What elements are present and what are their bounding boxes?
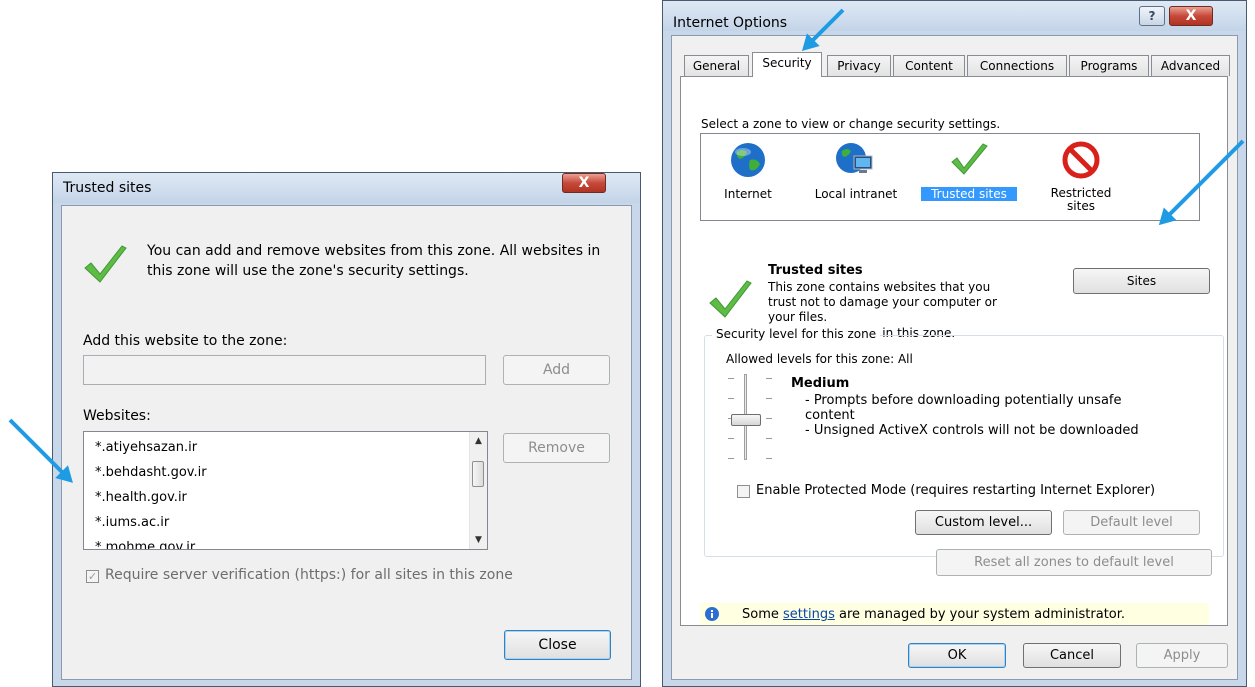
zone-list: Internet Local intranet Trusted sites Re… [700, 133, 1200, 221]
zone-title: Trusted sites [768, 263, 863, 278]
tab-connections[interactable]: Connections [967, 55, 1067, 76]
info-icon [705, 607, 719, 621]
slider-tick [766, 418, 772, 419]
zone-label: Trusted sites [921, 187, 1017, 201]
zone-description-line-2: trust not to damage your computer or [768, 295, 997, 309]
security-slider-thumb[interactable] [731, 414, 761, 426]
add-button[interactable]: Add [503, 355, 610, 385]
close-icon[interactable]: X [562, 173, 606, 193]
admin-info-bar: Some settings are managed by your system… [700, 603, 1209, 625]
settings-link[interactable]: settings [783, 607, 835, 622]
description-line-1: You can add and remove websites from thi… [147, 243, 601, 259]
close-button[interactable]: Close [504, 630, 611, 660]
dialog-body: General Security Privacy Content Connect… [671, 35, 1238, 680]
cancel-button[interactable]: Cancel [1023, 643, 1121, 668]
remove-button[interactable]: Remove [503, 433, 610, 463]
intranet-icon [836, 143, 873, 173]
admin-info-text: Some settings are managed by your system… [742, 607, 1125, 622]
require-https-label: Require server verification (https:) for… [105, 567, 513, 583]
slider-tick [728, 458, 734, 459]
slider-tick [766, 398, 772, 399]
internet-options-dialog: Internet Options ? X General Security Pr… [662, 0, 1247, 687]
globe-icon [731, 143, 765, 177]
websites-list[interactable]: *.atiyehsazan.ir *.behdasht.gov.ir *.hea… [83, 431, 488, 550]
reset-all-zones-button[interactable]: Reset all zones to default level [936, 549, 1212, 576]
zone-description-line-3: your files. [768, 310, 828, 324]
security-level-group-title: Security level for this zone [712, 327, 881, 341]
slider-tick [766, 438, 772, 439]
tab-content[interactable]: Content [893, 55, 965, 76]
description-line-2: this zone will use the zone's security s… [147, 263, 469, 279]
apply-button[interactable]: Apply [1136, 643, 1228, 668]
level-description-line-1: - Prompts before downloading potentially… [805, 393, 1122, 408]
help-icon[interactable]: ? [1139, 6, 1165, 26]
title-bar[interactable]: Internet Options ? X [663, 1, 1246, 31]
scroll-down-icon[interactable]: ▼ [470, 535, 487, 545]
checkmark-icon [951, 143, 988, 175]
title-bar[interactable]: Trusted sites X [53, 173, 640, 203]
add-website-input[interactable] [83, 355, 486, 385]
list-item[interactable]: *.iums.ac.ir [84, 510, 207, 535]
slider-tick [766, 378, 772, 379]
default-level-button[interactable]: Default level [1063, 510, 1200, 535]
zone-label: Local intranet [814, 187, 898, 201]
close-icon[interactable]: X [1169, 6, 1213, 26]
dialog-title: Trusted sites [63, 180, 152, 196]
websites-scrollbar[interactable]: ▲ ▼ [469, 432, 487, 549]
zone-label-line-2: sites [1067, 199, 1095, 213]
level-description-line-2: content [805, 408, 855, 423]
list-item[interactable]: *.health.gov.ir [84, 485, 207, 510]
zone-trusted-sites[interactable]: Trusted sites [921, 140, 1017, 201]
custom-level-button[interactable]: Custom level... [915, 510, 1052, 535]
slider-tick [728, 378, 734, 379]
zone-description-line-1: This zone contains websites that you [768, 280, 991, 294]
zone-local-intranet[interactable]: Local intranet [801, 140, 911, 201]
list-item[interactable]: *.atiyehsazan.ir [84, 435, 207, 460]
info-suffix: are managed by your system administrator… [834, 607, 1126, 622]
checkmark-icon [84, 245, 127, 283]
slider-tick [728, 398, 734, 399]
level-name: Medium [791, 376, 850, 391]
dialog-title: Internet Options [673, 15, 788, 31]
tab-programs[interactable]: Programs [1069, 55, 1149, 76]
scrollbar-thumb[interactable] [472, 461, 484, 487]
ok-button[interactable]: OK [908, 643, 1006, 668]
sites-button[interactable]: Sites [1073, 268, 1210, 294]
info-prefix: Some [742, 607, 783, 622]
restricted-icon [1062, 141, 1100, 179]
protected-mode-checkbox[interactable] [737, 485, 750, 498]
websites-label: Websites: [83, 408, 151, 424]
tab-privacy[interactable]: Privacy [827, 55, 891, 76]
tab-security[interactable]: Security [752, 52, 822, 77]
add-website-label: Add this website to the zone: [83, 333, 288, 349]
protected-mode-label: Enable Protected Mode (requires restarti… [756, 483, 1156, 498]
scroll-up-icon[interactable]: ▲ [470, 436, 487, 446]
list-item[interactable]: *.behdasht.gov.ir [84, 460, 207, 485]
trusted-sites-dialog: Trusted sites X You can add and remove w… [52, 172, 641, 687]
zone-prompt: Select a zone to view or change security… [701, 117, 1001, 131]
tab-general[interactable]: General [684, 55, 749, 76]
tab-advanced[interactable]: Advanced [1151, 55, 1230, 76]
dialog-body: You can add and remove websites from thi… [61, 205, 632, 680]
zone-label: Restricted sites [1041, 187, 1121, 213]
zone-label: Internet [724, 187, 772, 201]
slider-tick [766, 458, 772, 459]
security-tab-page: Select a zone to view or change security… [680, 76, 1228, 626]
level-description-line-3: - Unsigned ActiveX controls will not be … [805, 423, 1139, 438]
allowed-levels-label: Allowed levels for this zone: All [726, 352, 913, 366]
zone-internet[interactable]: Internet [713, 140, 783, 201]
zone-restricted-sites[interactable]: Restricted sites [1041, 140, 1121, 213]
websites-items: *.atiyehsazan.ir *.behdasht.gov.ir *.hea… [84, 435, 207, 549]
require-https-checkbox[interactable]: ✓ [86, 570, 99, 583]
list-item[interactable]: *.mohme.gov.ir [84, 535, 207, 549]
zone-checkmark-icon [709, 280, 752, 318]
slider-tick [728, 438, 734, 439]
